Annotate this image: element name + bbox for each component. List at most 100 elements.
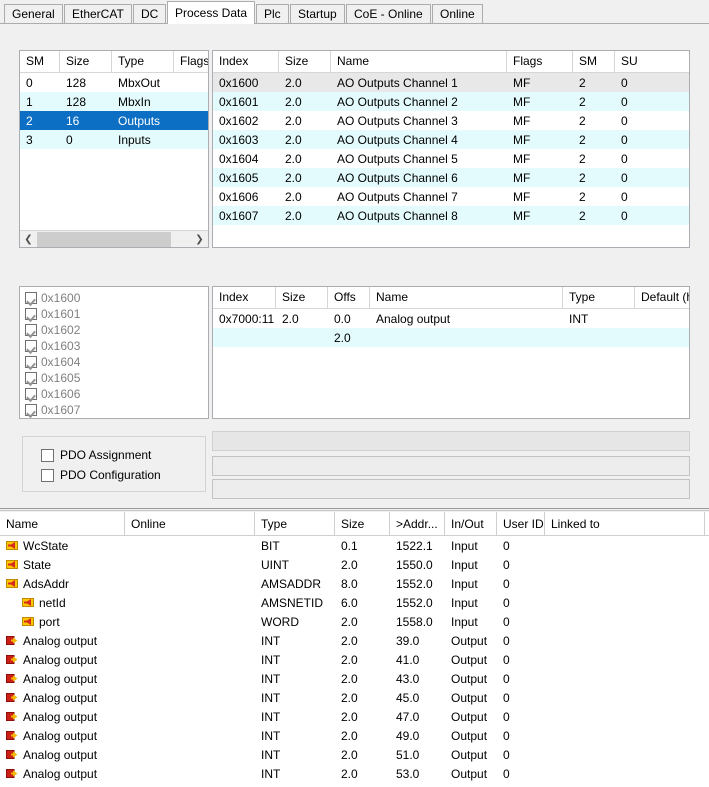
pdo-assignment-item[interactable]: 0x1605	[20, 370, 208, 386]
table-row[interactable]: Analog output INT 2.0 51.0 Output 0	[0, 745, 709, 764]
table-row[interactable]: 0x1603 2.0 AO Outputs Channel 4 MF 2 0	[213, 130, 689, 149]
cell-sm: 2	[579, 113, 586, 128]
table-row[interactable]: 0x7000:11 2.0 0.0 Analog output INT	[213, 309, 689, 328]
column-header[interactable]: Flags	[507, 51, 573, 72]
tab-dc[interactable]: DC	[133, 4, 167, 23]
pdo-content-list[interactable]: IndexSizeOffsNameTypeDefault (hex) 0x700…	[212, 286, 690, 419]
column-header[interactable]: Index	[213, 51, 279, 72]
tab-online[interactable]: Online	[432, 4, 483, 23]
tab-plc[interactable]: Plc	[256, 4, 289, 23]
pdo-assignment-item[interactable]: 0x1604	[20, 354, 208, 370]
grid-column-header[interactable]: >Addr...	[390, 512, 445, 535]
pdo-list[interactable]: Index Size Name Flags SM SU 0x1600 2.0 AO Outpu…	[212, 50, 690, 248]
table-row[interactable]: Analog output INT 2.0 41.0 Output 0	[0, 650, 709, 669]
pdo-assignment-list[interactable]: 0x1600 0x1601 0x1602 0x1603 0x1604 0x1605 0x16…	[19, 286, 209, 419]
column-header[interactable]: SU	[615, 51, 689, 72]
column-header[interactable]: Flags	[174, 51, 208, 72]
table-row[interactable]: 0x1602 2.0 AO Outputs Channel 3 MF 2 0	[213, 111, 689, 130]
chevron-left-icon[interactable]: ❮	[20, 231, 37, 247]
table-row[interactable]: netId AMSNETID 6.0 1552.0 Input 0	[0, 593, 709, 612]
table-row[interactable]: 0x1604 2.0 AO Outputs Channel 5 MF 2 0	[213, 149, 689, 168]
cell-flags: MF	[513, 170, 531, 185]
chevron-right-icon[interactable]: ❯	[191, 231, 208, 247]
column-header[interactable]: Size	[276, 287, 328, 308]
table-row[interactable]: Analog output INT 2.0 47.0 Output 0	[0, 707, 709, 726]
table-row[interactable]: 0x1606 2.0 AO Outputs Channel 7 MF 2 0	[213, 187, 689, 206]
grid-column-header[interactable]: Online	[125, 512, 255, 535]
table-row[interactable]: Analog output INT 2.0 53.0 Output 0	[0, 764, 709, 783]
table-row[interactable]: 1 128 MbxIn	[20, 92, 208, 111]
checkbox-checked-icon[interactable]	[25, 404, 37, 416]
checkbox-checked-icon[interactable]	[25, 292, 37, 304]
sync-manager-hscrollbar[interactable]: ❮ ❯	[20, 230, 208, 247]
tab-process-data[interactable]: Process Data	[167, 1, 256, 24]
column-header[interactable]: Type	[112, 51, 174, 72]
pdo-assignment-item[interactable]: 0x1602	[20, 322, 208, 338]
tab-ethercat[interactable]: EtherCAT	[64, 4, 132, 23]
grid-column-header[interactable]: In/Out	[445, 512, 497, 535]
grid-column-header[interactable]: Linked to	[545, 512, 705, 535]
table-row[interactable]: AdsAddr AMSADDR 8.0 1552.0 Input 0	[0, 574, 709, 593]
hscroll-thumb[interactable]	[37, 231, 171, 247]
pdo-assignment-item[interactable]: 0x1600	[20, 290, 208, 306]
cell-size: 2.0	[285, 113, 302, 128]
variable-grid[interactable]: Name Online Type Size >Addr... In/Out User ID L…	[0, 512, 709, 787]
table-row[interactable]: 0x1600 2.0 AO Outputs Channel 1 MF 2 0	[213, 73, 689, 92]
tab-general[interactable]: General	[4, 4, 63, 23]
cell-size: 2.0	[285, 75, 302, 90]
output-variable-icon	[6, 673, 23, 684]
table-row[interactable]: 2 16 Outputs	[20, 111, 208, 130]
column-header[interactable]: SM	[20, 51, 60, 72]
sync-unit-assignment-button[interactable]	[212, 479, 690, 499]
column-header[interactable]: Offs	[328, 287, 370, 308]
hscroll-track[interactable]	[171, 231, 191, 247]
table-row[interactable]: Analog output INT 2.0 45.0 Output 0	[0, 688, 709, 707]
table-row[interactable]: Analog output INT 2.0 43.0 Output 0	[0, 669, 709, 688]
table-row[interactable]: 0x1601 2.0 AO Outputs Channel 2 MF 2 0	[213, 92, 689, 111]
table-row[interactable]: WcState BIT 0.1 1522.1 Input 0	[0, 536, 709, 555]
variable-name: netId	[39, 595, 66, 610]
pdo-assignment-item-label: 0x1604	[41, 355, 81, 369]
tab-coe-online[interactable]: CoE - Online	[346, 4, 431, 23]
sync-manager-list[interactable]: SM Size Type Flags 0 128 MbxOut 1 128 MbxIn 2 16 Ou…	[19, 50, 209, 248]
checkbox-checked-icon[interactable]	[25, 372, 37, 384]
table-row[interactable]: 2.0	[213, 328, 689, 347]
checkbox-checked-icon[interactable]	[25, 388, 37, 400]
grid-column-header[interactable]: Name	[0, 512, 125, 535]
table-row[interactable]: Analog output INT 2.0 39.0 Output 0	[0, 631, 709, 650]
column-header[interactable]: Default (hex)	[635, 287, 689, 308]
load-pdo-info-button[interactable]	[212, 456, 690, 476]
table-row[interactable]: 3 0 Inputs	[20, 130, 208, 149]
cell-name: Analog output	[0, 767, 125, 781]
table-row[interactable]: 0x1605 2.0 AO Outputs Channel 6 MF 2 0	[213, 168, 689, 187]
download-option[interactable]: PDO Configuration	[23, 465, 205, 485]
pdo-assignment-item[interactable]: 0x1606	[20, 386, 208, 402]
table-row[interactable]: 0x1607 2.0 AO Outputs Channel 8 MF 2 0	[213, 206, 689, 225]
table-row[interactable]: Analog output INT 2.0 49.0 Output 0	[0, 726, 709, 745]
column-header[interactable]: Size	[279, 51, 331, 72]
checkbox-checked-icon[interactable]	[25, 340, 37, 352]
pdo-assignment-item[interactable]: 0x1607	[20, 402, 208, 418]
checkbox-checked-icon[interactable]	[25, 308, 37, 320]
checkbox-unchecked-icon[interactable]	[41, 448, 54, 462]
table-row[interactable]: port WORD 2.0 1558.0 Input 0	[0, 612, 709, 631]
table-row[interactable]: State UINT 2.0 1550.0 Input 0	[0, 555, 709, 574]
column-header[interactable]: Name	[331, 51, 507, 72]
column-header[interactable]: Name	[370, 287, 563, 308]
pdo-assignment-item[interactable]: 0x1603	[20, 338, 208, 354]
grid-column-header[interactable]: User ID	[497, 512, 545, 535]
column-header[interactable]: Size	[60, 51, 112, 72]
tab-startup[interactable]: Startup	[290, 4, 345, 23]
column-header[interactable]: Index	[213, 287, 276, 308]
column-header[interactable]: SM	[573, 51, 615, 72]
checkbox-unchecked-icon[interactable]	[41, 468, 54, 482]
column-header[interactable]: Type	[563, 287, 635, 308]
grid-column-header[interactable]: Type	[255, 512, 335, 535]
predefined-pdo-assignment-button[interactable]	[212, 431, 690, 451]
checkbox-checked-icon[interactable]	[25, 356, 37, 368]
pdo-assignment-item[interactable]: 0x1601	[20, 306, 208, 322]
grid-column-header[interactable]: Size	[335, 512, 390, 535]
download-option[interactable]: PDO Assignment	[23, 445, 205, 465]
checkbox-checked-icon[interactable]	[25, 324, 37, 336]
table-row[interactable]: 0 128 MbxOut	[20, 73, 208, 92]
